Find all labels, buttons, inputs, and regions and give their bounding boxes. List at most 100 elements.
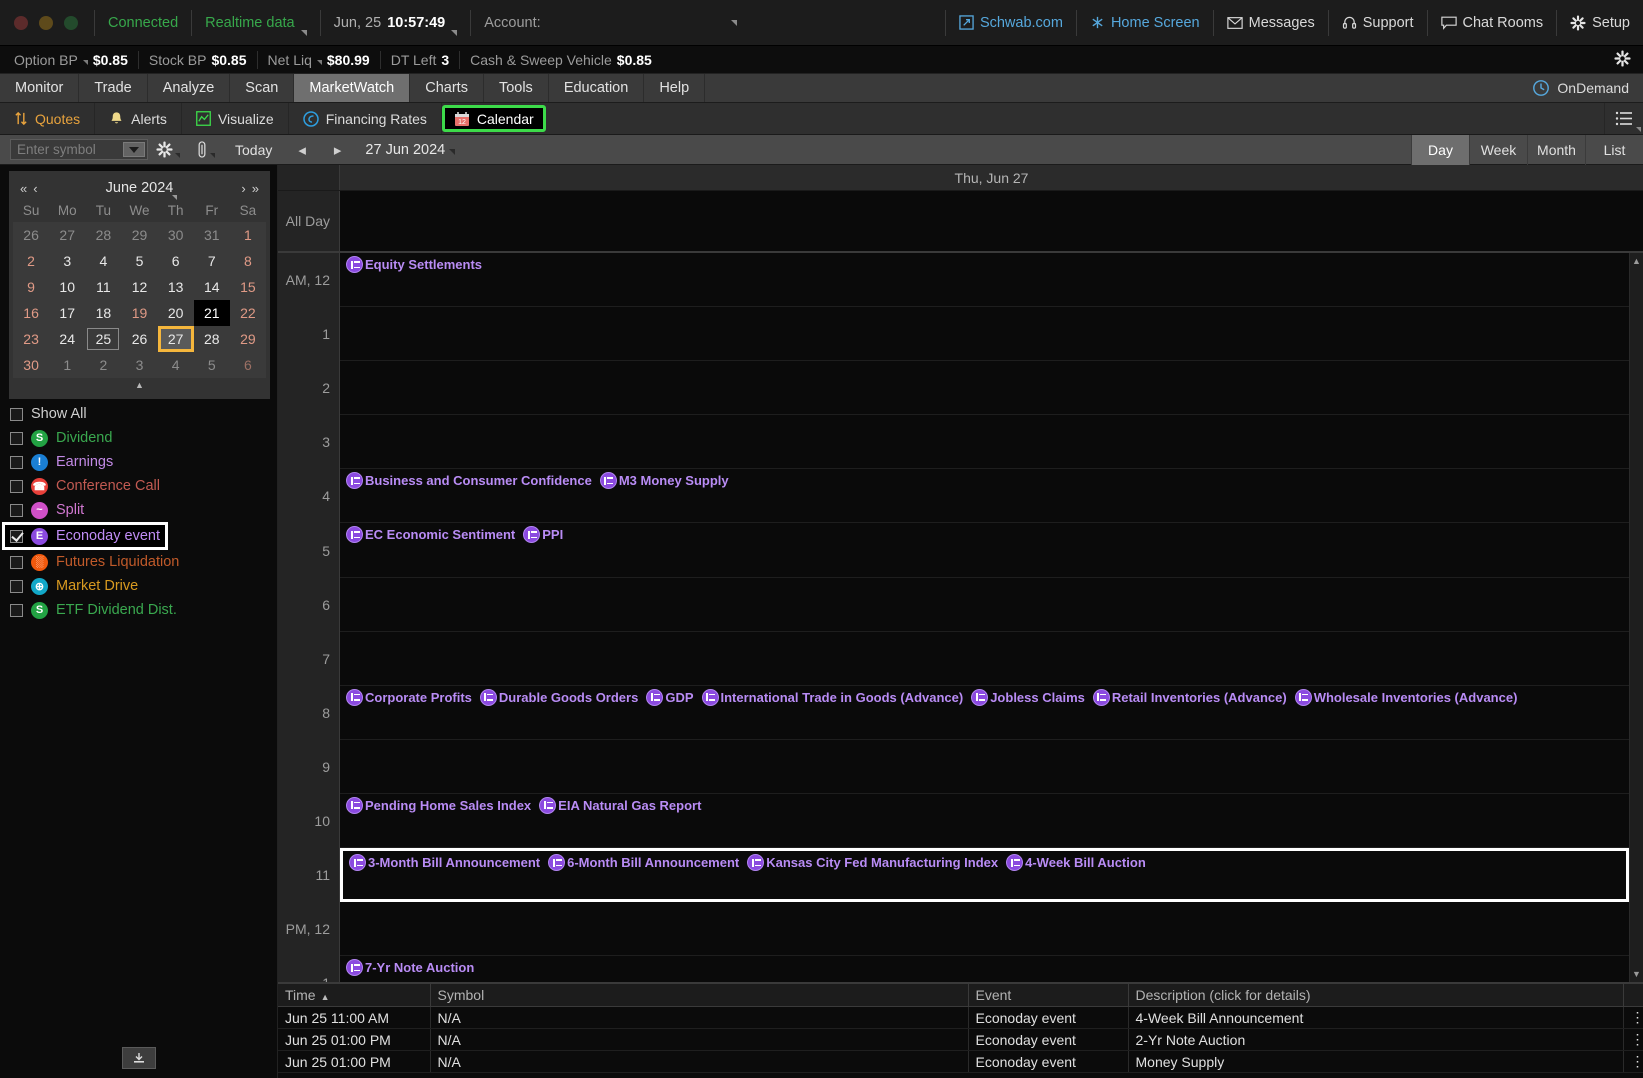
calendar-hour-row[interactable] <box>340 632 1629 686</box>
mini-calendar-day[interactable]: 17 <box>49 300 85 326</box>
calendar-event[interactable]: Jobless Claims <box>971 689 1085 706</box>
calendar-vertical-scrollbar[interactable]: ▲ ▼ <box>1629 253 1643 982</box>
calendar-hour-row[interactable] <box>340 307 1629 361</box>
sub-item-quotes[interactable]: Quotes <box>0 103 95 134</box>
menu-item-trade[interactable]: Trade <box>79 74 147 102</box>
table-row[interactable]: Jun 25 11:00 AMN/AEconoday event4-Week B… <box>278 1007 1643 1029</box>
mini-calendar-day[interactable]: 25 <box>85 326 121 352</box>
mini-calendar-day[interactable]: 26 <box>13 222 49 248</box>
close-window-button[interactable] <box>14 16 28 30</box>
sub-item-visualize[interactable]: Visualize <box>182 103 289 134</box>
today-button[interactable]: Today <box>223 135 284 165</box>
calendar-event[interactable]: 7-Yr Note Auction <box>346 959 474 976</box>
filter-row-conference-call[interactable]: ☎Conference Call <box>10 474 277 498</box>
mini-calendar-day[interactable]: 30 <box>13 352 49 378</box>
mini-calendar-day[interactable]: 5 <box>194 352 230 378</box>
tab-list[interactable]: List <box>1585 135 1643 165</box>
filter-row-econoday-event[interactable]: EEconoday event <box>2 522 168 550</box>
mini-calendar-day[interactable]: 22 <box>230 300 266 326</box>
chat-rooms-link[interactable]: Chat Rooms <box>1428 0 1557 46</box>
prev-day-button[interactable]: ◂ <box>284 135 320 165</box>
calendar-event[interactable]: EIA Natural Gas Report <box>539 797 701 814</box>
filter-checkbox[interactable] <box>10 604 23 617</box>
account-stat-dt-left[interactable]: DT Left 3 <box>381 52 459 68</box>
calendar-hour-row[interactable]: Equity Settlements <box>340 253 1629 307</box>
filter-row-etf-dividend-dist[interactable]: SETF Dividend Dist. <box>10 598 277 622</box>
maximize-window-button[interactable] <box>64 16 78 30</box>
calendar-hour-row[interactable] <box>340 415 1629 469</box>
mini-calendar-day[interactable]: 20 <box>158 300 194 326</box>
filter-checkbox[interactable] <box>10 530 23 543</box>
mini-calendar-day[interactable]: 12 <box>121 274 157 300</box>
mini-calendar-day[interactable]: 15 <box>230 274 266 300</box>
support-link[interactable]: Support <box>1329 0 1427 46</box>
search-input[interactable]: Enter symbol <box>10 139 148 160</box>
mini-calendar-day[interactable]: 31 <box>194 222 230 248</box>
mini-calendar-day[interactable]: 30 <box>158 222 194 248</box>
mini-calendar-day[interactable]: 3 <box>49 248 85 274</box>
filter-checkbox[interactable] <box>10 580 23 593</box>
mini-calendar-day[interactable]: 21 <box>194 300 230 326</box>
mini-calendar-day[interactable]: 8 <box>230 248 266 274</box>
row-menu-button[interactable]: ⋮ <box>1623 1051 1643 1073</box>
menu-item-tools[interactable]: Tools <box>484 74 549 102</box>
mini-calendar-day[interactable]: 4 <box>158 352 194 378</box>
calendar-event[interactable]: Pending Home Sales Index <box>346 797 531 814</box>
sub-item-calendar[interactable]: 12 Calendar <box>442 105 546 132</box>
calendar-hour-row[interactable]: 7-Yr Note Auction <box>340 956 1629 982</box>
mini-calendar-day[interactable]: 10 <box>49 274 85 300</box>
calendar-hour-row[interactable]: Pending Home Sales Index EIA Natural Gas … <box>340 794 1629 848</box>
scroll-up-icon[interactable]: ▲ <box>1632 253 1641 269</box>
row-menu-button[interactable]: ⋮ <box>1623 1029 1643 1051</box>
mini-calendar-day[interactable]: 6 <box>158 248 194 274</box>
menu-item-charts[interactable]: Charts <box>410 74 484 102</box>
mini-calendar-day[interactable]: 13 <box>158 274 194 300</box>
mini-calendar-day[interactable]: 24 <box>49 326 85 352</box>
calendar-settings-button[interactable] <box>148 141 188 158</box>
account-stat-cash-sweep[interactable]: Cash & Sweep Vehicle $0.85 <box>460 52 662 68</box>
table-row[interactable]: Jun 25 01:00 PMN/AEconoday event2-Yr Not… <box>278 1029 1643 1051</box>
calendar-hour-row[interactable]: Business and Consumer Confidence M3 Money… <box>340 469 1629 523</box>
mini-calendar-day[interactable]: 27 <box>158 326 194 352</box>
calendar-event[interactable]: Business and Consumer Confidence <box>346 472 592 489</box>
mini-calendar-grid[interactable]: 2627282930311234567891011121314151617181… <box>13 222 266 378</box>
tab-day[interactable]: Day <box>1411 135 1469 165</box>
calendar-event[interactable]: 4-Week Bill Auction <box>1006 854 1146 871</box>
ondemand-button[interactable]: OnDemand <box>1518 74 1643 102</box>
column-header-description[interactable]: Description (click for details) <box>1128 984 1623 1007</box>
setup-link[interactable]: Setup <box>1557 0 1643 46</box>
mini-calendar-day[interactable]: 2 <box>85 352 121 378</box>
mini-calendar-day[interactable]: 1 <box>49 352 85 378</box>
sub-item-alerts[interactable]: Alerts <box>95 103 182 134</box>
mini-calendar-day[interactable]: 11 <box>85 274 121 300</box>
row-menu-button[interactable]: ⋮ <box>1623 1007 1643 1029</box>
home-screen-link[interactable]: Home Screen <box>1077 0 1213 46</box>
date-picker[interactable]: 27 Jun 2024 <box>355 142 465 158</box>
menu-item-scan[interactable]: Scan <box>230 74 294 102</box>
mini-calendar-day[interactable]: 23 <box>13 326 49 352</box>
filter-checkbox[interactable] <box>10 480 23 493</box>
column-header-menu[interactable] <box>1623 984 1643 1007</box>
menu-item-analyze[interactable]: Analyze <box>148 74 231 102</box>
filter-row-dividend[interactable]: SDividend <box>10 426 277 450</box>
calendar-event[interactable]: Retail Inventories (Advance) <box>1093 689 1287 706</box>
filter-checkbox[interactable] <box>10 556 23 569</box>
account-stat-option-bp[interactable]: Option BP $0.85 <box>4 52 138 68</box>
account-bar-settings-button[interactable] <box>1614 50 1643 70</box>
window-controls[interactable] <box>0 16 94 30</box>
mini-calendar-day[interactable]: 19 <box>121 300 157 326</box>
calendar-hour-row[interactable] <box>340 902 1629 956</box>
calendar-event[interactable]: GDP <box>646 689 693 706</box>
mini-calendar-day[interactable]: 2 <box>13 248 49 274</box>
symbol-dropdown-button[interactable] <box>123 142 145 157</box>
calendar-hour-row[interactable]: Corporate ProfitsDurable Goods OrdersGDP… <box>340 686 1629 740</box>
mini-calendar-day[interactable]: 9 <box>13 274 49 300</box>
filter-row-market-drive[interactable]: ⊕Market Drive <box>10 574 277 598</box>
mini-calendar-title[interactable]: June 2024 <box>41 180 239 196</box>
tab-month[interactable]: Month <box>1527 135 1585 165</box>
mini-calendar-day[interactable]: 7 <box>194 248 230 274</box>
mini-calendar-day[interactable]: 5 <box>121 248 157 274</box>
mini-calendar-day[interactable]: 27 <box>49 222 85 248</box>
next-year-button[interactable]: » <box>249 181 262 196</box>
calendar-event[interactable]: M3 Money Supply <box>600 472 729 489</box>
